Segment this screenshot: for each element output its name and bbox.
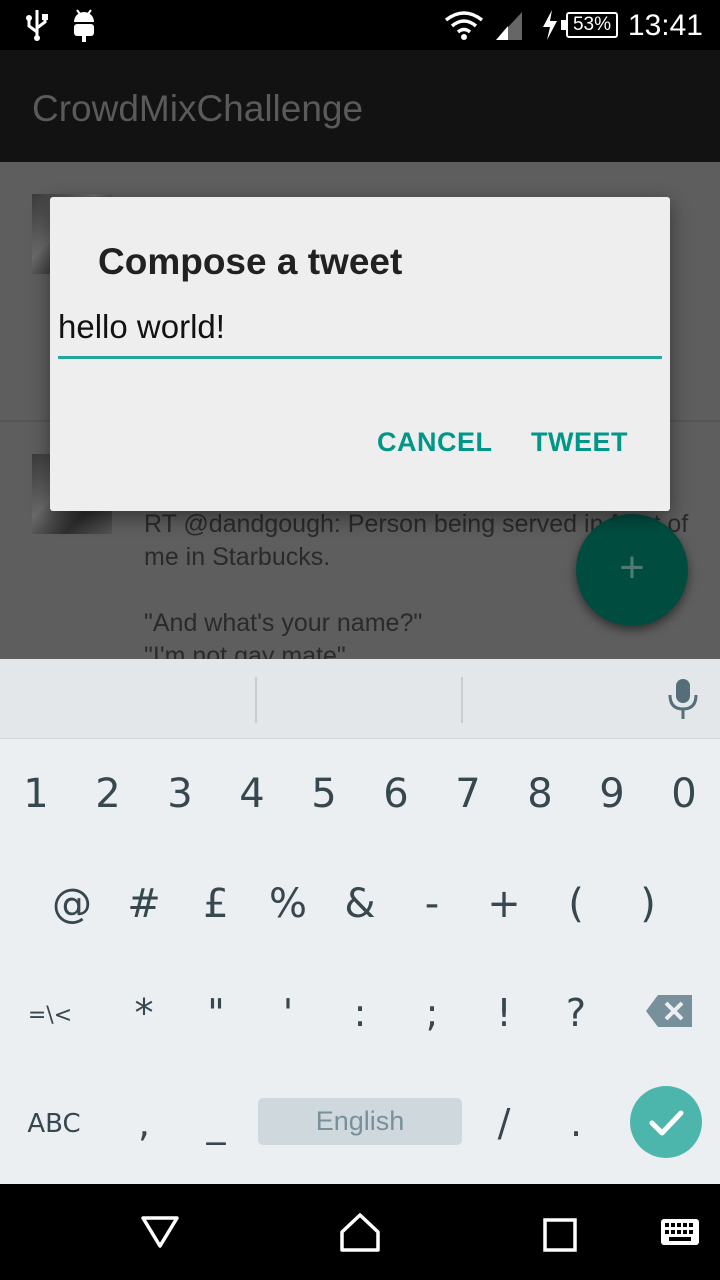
back-icon[interactable]	[140, 1214, 180, 1250]
key-9[interactable]: 9	[576, 771, 648, 817]
compose-fab-button[interactable]: +	[576, 514, 688, 626]
suggestion-divider	[461, 677, 463, 723]
backspace-icon[interactable]	[644, 993, 694, 1029]
key-semicolon[interactable]: ;	[396, 991, 468, 1035]
key-colon[interactable]: :	[324, 991, 396, 1035]
android-debug-icon	[74, 9, 94, 42]
key-5[interactable]: 5	[288, 771, 360, 817]
key-exclamation[interactable]: !	[468, 991, 540, 1035]
key-pound[interactable]: £	[180, 881, 252, 927]
app-bar: CrowdMixChallenge	[0, 50, 720, 162]
key-plus[interactable]: +	[468, 881, 540, 927]
key-2[interactable]: 2	[72, 771, 144, 817]
key-underscore[interactable]: _	[180, 1101, 252, 1145]
key-double-quote[interactable]: "	[180, 991, 252, 1035]
tweet-input[interactable]	[58, 297, 662, 359]
status-time: 13:41	[627, 9, 703, 42]
app-title: CrowdMixChallenge	[32, 88, 364, 129]
charging-icon	[543, 10, 557, 40]
suggestion-divider	[255, 677, 257, 723]
key-0[interactable]: 0	[648, 771, 720, 817]
key-at[interactable]: @	[36, 881, 108, 927]
checkmark-icon	[649, 1110, 684, 1136]
key-abc[interactable]: ABC	[18, 1109, 90, 1139]
tweet-button[interactable]: TWEET	[531, 427, 628, 458]
status-bar: 53% 13:41	[0, 0, 720, 50]
plus-icon: +	[619, 543, 645, 592]
key-percent[interactable]: %	[252, 881, 324, 927]
battery-icon: 53%	[561, 12, 618, 38]
key-slash[interactable]: /	[468, 1101, 540, 1145]
key-close-paren[interactable]: )	[612, 881, 684, 927]
key-4[interactable]: 4	[216, 771, 288, 817]
keyboard-icon[interactable]	[660, 1218, 700, 1246]
key-comma[interactable]: ,	[108, 1101, 180, 1145]
key-6[interactable]: 6	[360, 771, 432, 817]
dialog-title: Compose a tweet	[98, 241, 403, 282]
enter-key[interactable]	[630, 1086, 702, 1158]
home-icon[interactable]	[339, 1212, 381, 1252]
key-ampersand[interactable]: &	[324, 881, 396, 927]
compose-dialog: Compose a tweet CANCEL TWEET	[50, 197, 670, 511]
key-hash[interactable]: #	[108, 881, 180, 927]
key-open-paren[interactable]: (	[540, 881, 612, 927]
key-7[interactable]: 7	[432, 771, 504, 817]
cancel-button[interactable]: CANCEL	[377, 427, 493, 458]
space-bar[interactable]: English	[258, 1098, 462, 1145]
key-question[interactable]: ?	[540, 991, 612, 1035]
recents-icon[interactable]	[543, 1218, 577, 1252]
key-asterisk[interactable]: *	[108, 991, 180, 1035]
key-1[interactable]: 1	[0, 771, 72, 817]
wifi-icon	[444, 11, 484, 40]
usb-icon	[26, 10, 48, 41]
signal-icon	[496, 12, 522, 40]
key-3[interactable]: 3	[144, 771, 216, 817]
keyboard: 1 2 3 4 5 6 7 8 9 0 @ # £ % & - + ( ) =\…	[0, 659, 720, 1184]
navigation-bar	[0, 1184, 720, 1280]
key-minus[interactable]: -	[396, 881, 468, 927]
key-8[interactable]: 8	[504, 771, 576, 817]
key-more-symbols[interactable]: =\<	[14, 1003, 86, 1028]
key-period[interactable]: .	[540, 1101, 612, 1145]
microphone-icon[interactable]	[664, 677, 702, 721]
key-apostrophe[interactable]: '	[252, 991, 324, 1035]
suggestion-strip	[0, 659, 720, 739]
